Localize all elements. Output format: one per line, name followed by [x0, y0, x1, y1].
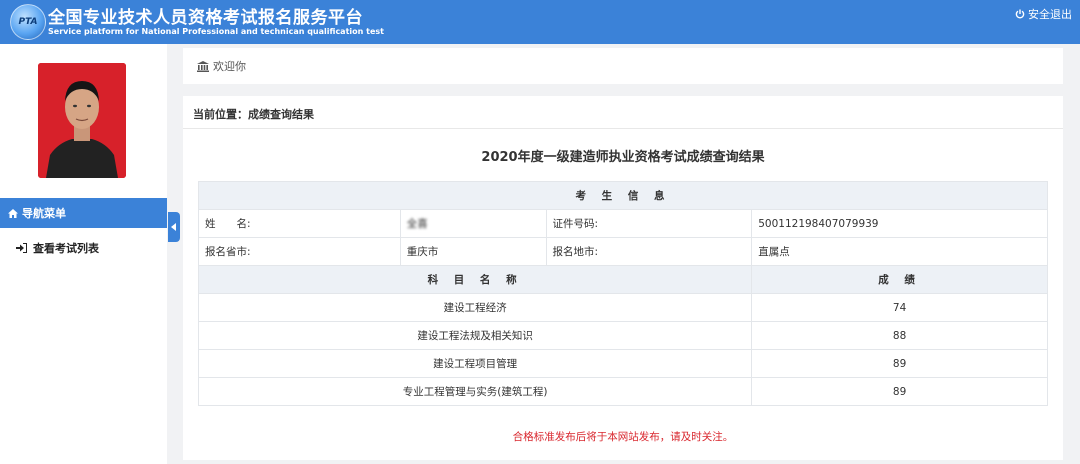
platform-subtitle: Service platform for National Profession… — [48, 27, 384, 36]
nav-menu-label: 导航菜单 — [22, 207, 66, 220]
breadcrumb: 当前位置：成绩查询结果 — [183, 96, 1063, 129]
subject-score: 74 — [751, 293, 1048, 322]
site-value: 直属点 — [751, 237, 1048, 266]
sidebar-collapse-button[interactable] — [168, 212, 180, 242]
id-label: 证件号码: — [545, 209, 753, 238]
sign-in-icon — [16, 243, 27, 253]
bank-icon — [197, 60, 209, 72]
table-row: 报名省市: 重庆市 报名地市: 直属点 — [198, 237, 1048, 266]
logout-label: 安全退出 — [1028, 8, 1072, 21]
score-header-row: 科 目 名 称 成 绩 — [197, 265, 1048, 294]
caret-left-icon — [171, 223, 176, 231]
province-value: 重庆市 — [399, 237, 547, 266]
table-row: 姓 名: 全喜 证件号码: 500112198407079939 — [198, 209, 1048, 238]
subject-header: 科 目 名 称 — [197, 265, 753, 294]
subject-name: 建设工程法规及相关知识 — [197, 321, 753, 350]
subject-score: 89 — [751, 349, 1048, 378]
name-label: 姓 名: — [198, 209, 401, 238]
nav-menu-header[interactable]: 导航菜单 — [0, 198, 167, 228]
welcome-text: 欢迎你 — [213, 60, 246, 73]
name-value: 全喜 — [399, 209, 547, 238]
sidebar-item-label: 查看考试列表 — [33, 242, 99, 255]
top-header: PTA 全国专业技术人员资格考试报名服务平台 Service platform … — [0, 0, 1080, 44]
candidate-info-header-row: 考 生 信 息 — [198, 181, 1048, 210]
subject-name: 建设工程项目管理 — [197, 349, 753, 378]
table-row: 专业工程管理与实务(建筑工程) 89 — [197, 377, 1048, 406]
province-label: 报名省市: — [198, 237, 401, 266]
subject-score: 89 — [751, 377, 1048, 406]
id-value: 500112198407079939 — [751, 209, 1048, 238]
score-header: 成 绩 — [751, 265, 1048, 294]
table-row: 建设工程法规及相关知识 88 — [197, 321, 1048, 350]
sidebar: 导航菜单 查看考试列表 — [0, 44, 167, 464]
home-icon — [8, 208, 18, 218]
platform-logo: PTA — [10, 4, 46, 40]
subject-name: 专业工程管理与实务(建筑工程) — [197, 377, 753, 406]
table-row: 建设工程项目管理 89 — [197, 349, 1048, 378]
power-icon — [1015, 9, 1025, 19]
subject-name: 建设工程经济 — [197, 293, 753, 322]
welcome-bar: 欢迎你 — [183, 48, 1063, 84]
score-table: 考 生 信 息 姓 名: 全喜 证件号码: 500112198407079939… — [197, 181, 1048, 406]
sidebar-item-exam-list[interactable]: 查看考试列表 — [16, 240, 99, 256]
subject-score: 88 — [751, 321, 1048, 350]
avatar — [38, 63, 126, 178]
result-panel: 当前位置：成绩查询结果 2020年度一级建造师执业资格考试成绩查询结果 考 生 … — [183, 96, 1063, 460]
logout-button[interactable]: 安全退出 — [1015, 6, 1072, 22]
page-title: 2020年度一级建造师执业资格考试成绩查询结果 — [481, 150, 765, 165]
platform-title: 全国专业技术人员资格考试报名服务平台 — [48, 8, 363, 28]
table-row: 建设工程经济 74 — [197, 293, 1048, 322]
site-label: 报名地市: — [545, 237, 753, 266]
notice-text: 合格标准发布后将于本网站发布，请及时关注。 — [512, 431, 734, 443]
candidate-info-header: 考 生 信 息 — [198, 181, 1048, 210]
